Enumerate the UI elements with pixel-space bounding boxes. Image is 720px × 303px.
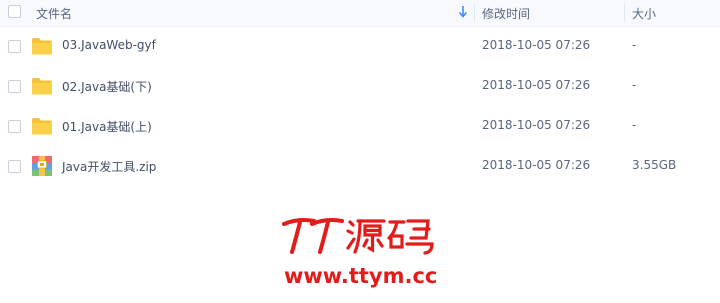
folder-icon: [32, 118, 52, 135]
file-name[interactable]: 01.Java基础(上): [62, 118, 152, 135]
file-row[interactable]: Java开发工具.zip 2018-10-05 07:26 3.55GB: [0, 147, 720, 187]
column-header-size[interactable]: 大小: [632, 5, 656, 22]
file-size: 3.55GB: [632, 158, 677, 172]
file-name[interactable]: 03.JavaWeb-gyf: [62, 38, 156, 52]
select-all-checkbox[interactable]: [8, 5, 21, 18]
column-header-name[interactable]: 文件名: [36, 5, 72, 22]
sort-descending-icon[interactable]: [457, 4, 469, 20]
file-modified-time: 2018-10-05 07:26: [482, 78, 591, 92]
watermark-url: www.ttym.cc: [284, 264, 438, 288]
file-name[interactable]: 02.Java基础(下): [62, 78, 152, 95]
watermark: www.ttym.cc: [270, 212, 440, 292]
column-divider[interactable]: [474, 4, 475, 22]
file-name[interactable]: Java开发工具.zip: [62, 158, 156, 175]
file-modified-time: 2018-10-05 07:26: [482, 158, 591, 172]
file-list-header: 文件名 修改时间 大小: [0, 0, 720, 27]
column-header-modified[interactable]: 修改时间: [482, 5, 530, 22]
zip-archive-icon: [32, 156, 52, 176]
file-size: -: [632, 38, 637, 52]
file-modified-time: 2018-10-05 07:26: [482, 38, 591, 52]
file-size: -: [632, 118, 637, 132]
watermark-logo: [282, 218, 434, 255]
file-modified-time: 2018-10-05 07:26: [482, 118, 591, 132]
file-size: -: [632, 78, 637, 92]
folder-icon: [32, 38, 52, 55]
row-checkbox[interactable]: [8, 120, 21, 133]
file-row[interactable]: 02.Java基础(下) 2018-10-05 07:26 -: [0, 67, 720, 107]
row-checkbox[interactable]: [8, 80, 21, 93]
folder-icon: [32, 78, 52, 95]
file-list-view: 文件名 修改时间 大小 03.JavaWeb-gyf 2018-10-05 07…: [0, 0, 720, 303]
row-checkbox[interactable]: [8, 160, 21, 173]
file-row[interactable]: 01.Java基础(上) 2018-10-05 07:26 -: [0, 107, 720, 147]
file-row[interactable]: 03.JavaWeb-gyf 2018-10-05 07:26 -: [0, 27, 720, 67]
column-divider[interactable]: [624, 4, 625, 22]
row-checkbox[interactable]: [8, 40, 21, 53]
